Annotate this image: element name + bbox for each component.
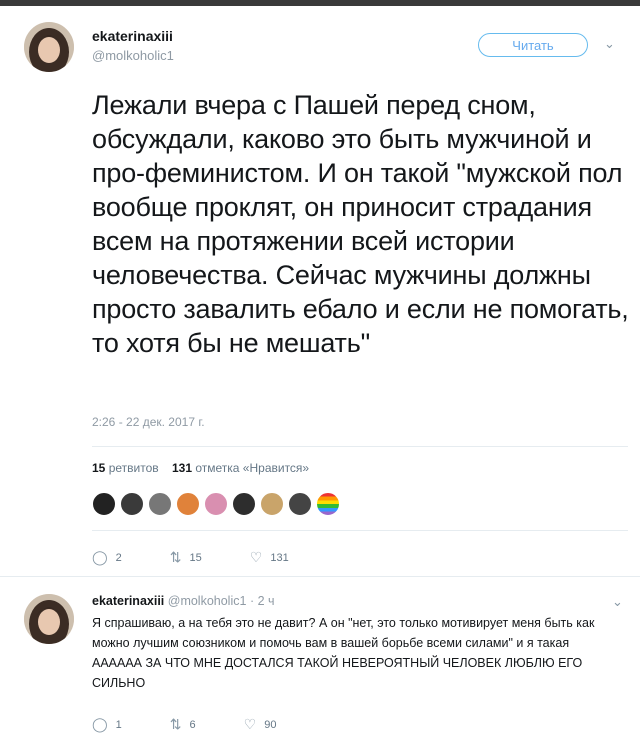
retweet-count: 15 (189, 551, 202, 564)
rainbow-avatar[interactable] (316, 492, 340, 516)
retweet-button[interactable]: ⇅ 6 (170, 716, 196, 733)
liker-avatar[interactable] (204, 492, 228, 516)
reply-icon: ◯ (92, 549, 108, 565)
author-handle[interactable]: @molkoholic1 (92, 48, 174, 63)
liker-avatar[interactable] (120, 492, 144, 516)
likes-label[interactable]: отметка «Нравится» (195, 461, 309, 475)
like-button[interactable]: ♡ 90 (244, 716, 277, 733)
liker-avatar[interactable] (288, 492, 312, 516)
like-button[interactable]: ♡ 131 (250, 549, 289, 566)
liker-avatar[interactable] (148, 492, 172, 516)
divider (92, 530, 628, 531)
reply-count: 2 (115, 551, 122, 564)
tweet-actions: ◯ 2 ⇅ 15 ♡ 131 (92, 549, 337, 566)
follow-button[interactable]: Читать (478, 33, 588, 57)
reply-button[interactable]: ◯ 2 (92, 549, 122, 566)
reply-author-handle[interactable]: @molkoholic1 (168, 594, 247, 608)
tweet-timestamp[interactable]: 2:26 - 22 дек. 2017 г. (92, 415, 205, 429)
reply-count: 1 (115, 718, 122, 731)
retweets-label[interactable]: ретвитов (109, 461, 159, 475)
chevron-down-icon[interactable]: ⌄ (612, 594, 623, 610)
like-count: 90 (264, 718, 277, 731)
reply-button[interactable]: ◯ 1 (92, 716, 122, 733)
like-count: 131 (270, 551, 289, 564)
liker-avatar[interactable] (92, 492, 116, 516)
avatar[interactable] (24, 22, 74, 72)
heart-icon: ♡ (249, 549, 263, 565)
reply-icon: ◯ (92, 716, 108, 732)
heart-icon: ♡ (243, 716, 257, 732)
retweet-icon: ⇅ (169, 549, 182, 565)
top-bar (0, 0, 640, 6)
liker-avatar[interactable] (176, 492, 200, 516)
retweets-count[interactable]: 15 (92, 461, 105, 475)
reply-header: ekaterinaxiii @molkoholic1 · 2 ч (92, 594, 275, 608)
reply-text: Я спрашиваю, а на тебя это не давит? А о… (92, 616, 595, 690)
retweet-count: 6 (189, 718, 196, 731)
divider (92, 446, 628, 447)
reply-time[interactable]: · 2 ч (250, 594, 275, 608)
retweet-button[interactable]: ⇅ 15 (170, 549, 202, 566)
divider (0, 576, 640, 577)
tweet-text: Лежали вчера с Пашей перед сном, обсужда… (92, 90, 629, 358)
reply-author-name[interactable]: ekaterinaxiii (92, 594, 164, 608)
chevron-down-icon[interactable]: ⌄ (604, 36, 615, 52)
reply-actions: ◯ 1 ⇅ 6 ♡ 90 (92, 716, 324, 733)
author-name[interactable]: ekaterinaxiii (92, 28, 173, 44)
retweet-icon: ⇅ (169, 716, 182, 732)
liker-avatar[interactable] (232, 492, 256, 516)
reply-avatar[interactable] (24, 594, 74, 644)
likes-count[interactable]: 131 (172, 461, 192, 475)
liker-avatars (92, 492, 340, 522)
tweet-stats: 15 ретвитов 131 отметка «Нравится» (92, 461, 309, 475)
liker-avatar[interactable] (260, 492, 284, 516)
